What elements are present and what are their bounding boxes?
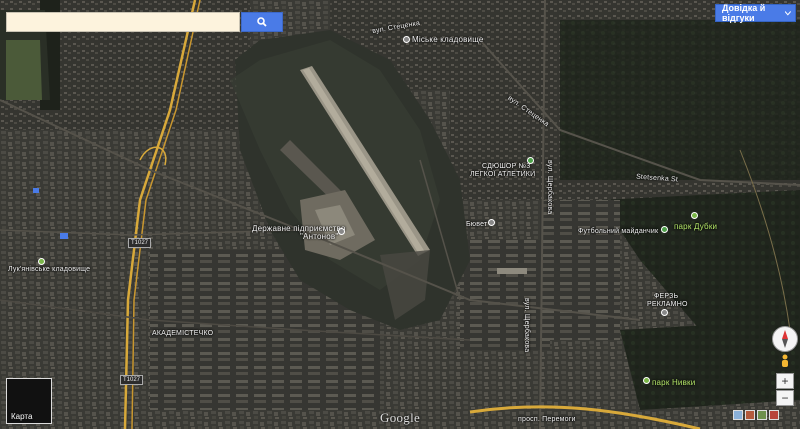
sports-icon[interactable]: [527, 157, 534, 164]
search-icon: [257, 17, 267, 27]
cemetery-park-icon[interactable]: [38, 258, 45, 265]
water-icon[interactable]: [488, 219, 495, 226]
imagery-tray[interactable]: [733, 410, 789, 424]
pegman-icon[interactable]: [779, 354, 791, 368]
layer-thumb-4[interactable]: [769, 410, 779, 420]
label-akademmistechko: АКАДЕМІСТЕЧКО: [152, 330, 214, 337]
compass-icon: [782, 330, 788, 348]
park-nyvky-icon[interactable]: [643, 377, 650, 384]
building-icon[interactable]: [338, 228, 345, 235]
help-feedback-button[interactable]: Довідка й відгуки: [715, 3, 796, 23]
label-miske-kladovyshche[interactable]: Міське кладовище: [412, 35, 484, 44]
label-lehkoi-atletyky[interactable]: ЛЕГКОЇ АТЛЕТИКИ: [470, 171, 535, 178]
label-prosp-peremohy: просп. Перемоги: [518, 416, 576, 423]
label-futbolnyi[interactable]: Футбольний майданчик: [578, 228, 658, 235]
park-icon[interactable]: [691, 212, 698, 219]
zoom-out-button[interactable]: −: [776, 390, 794, 406]
zoom-in-button[interactable]: +: [776, 373, 794, 389]
football-icon[interactable]: [661, 226, 668, 233]
cemetery-icon[interactable]: [403, 36, 410, 43]
label-park-dubky[interactable]: парк Дубки: [674, 222, 717, 231]
layer-thumb-3[interactable]: [757, 410, 767, 420]
label-buvet[interactable]: Бювет: [466, 221, 487, 228]
label-ferz[interactable]: ФЕРЗЬ: [654, 293, 678, 300]
map-type-label: Карта: [11, 412, 33, 421]
satellite-map[interactable]: [0, 0, 800, 429]
search-button[interactable]: [241, 12, 283, 32]
road-shield-t1027-a: T1027: [128, 238, 152, 248]
label-vul-shcherbakova: вул. Щербакова: [523, 298, 530, 353]
label-sdyushor[interactable]: СДЮШОР №3: [482, 163, 530, 170]
google-logo: Google: [380, 410, 421, 425]
label-park-nyvky[interactable]: парк Нивки: [652, 378, 695, 387]
compass-control[interactable]: [772, 326, 798, 352]
label-lukianivske[interactable]: Лук'янівське кладовище: [8, 266, 90, 273]
label-vul-shcherbakova-2: вул. Щербакова: [546, 160, 553, 215]
chevron-down-icon: [785, 10, 791, 15]
help-feedback-label: Довідка й відгуки: [722, 3, 766, 23]
layer-thumb-2[interactable]: [745, 410, 755, 420]
shop-icon[interactable]: [661, 309, 668, 316]
label-antonov-line2[interactable]: "Антонов": [300, 232, 338, 241]
search-input[interactable]: [6, 12, 240, 32]
label-reklamno[interactable]: РЕКЛАМНО: [647, 301, 688, 308]
layer-thumb-1[interactable]: [733, 410, 743, 420]
map-type-toggle[interactable]: Карта: [6, 378, 52, 424]
road-shield-t1027-b: T1027: [120, 375, 144, 385]
